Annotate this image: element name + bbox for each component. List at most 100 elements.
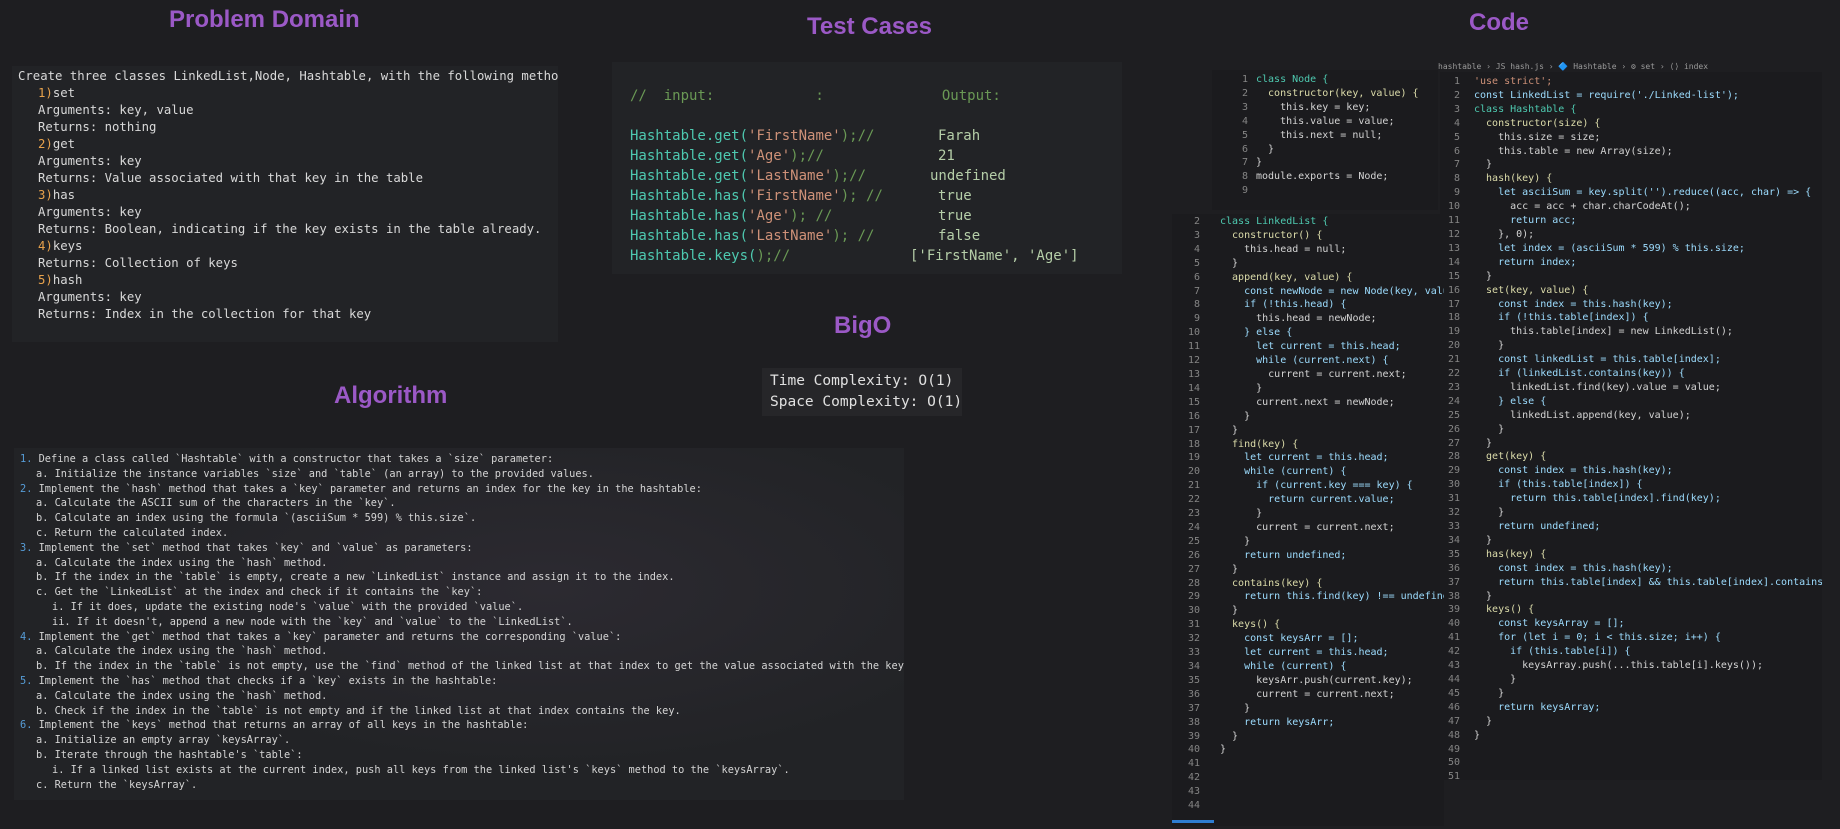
line-number: 32 bbox=[1187, 633, 1200, 645]
algorithm-step: b. If the index in the `table` is empty,… bbox=[20, 570, 898, 585]
code-line: constructor(size) { bbox=[1474, 117, 1601, 129]
code-line: contains(key) { bbox=[1220, 577, 1323, 589]
step-prefix: i. bbox=[52, 763, 65, 776]
step-text: Initialize the instance variables `size`… bbox=[54, 467, 594, 480]
algorithm-step: c. Get the `LinkedList` at the index and… bbox=[20, 585, 898, 600]
code-line: } bbox=[1474, 687, 1505, 699]
method-number: 1) bbox=[38, 86, 53, 100]
step-prefix: 6. bbox=[20, 719, 33, 732]
test-call-end: );// bbox=[832, 168, 867, 184]
code-line: class Hashtable { bbox=[1474, 103, 1577, 115]
line-number: 41 bbox=[1187, 758, 1200, 770]
step-prefix: a. bbox=[36, 645, 49, 658]
test-call-end: ); // bbox=[790, 208, 833, 224]
code-line: if (this.table[index]) { bbox=[1474, 479, 1643, 491]
line-number: 12 bbox=[1187, 355, 1200, 367]
line-number: 8 bbox=[1193, 299, 1200, 311]
editor-scroll-marker[interactable] bbox=[1172, 820, 1214, 823]
line-number: 22 bbox=[1187, 494, 1200, 506]
code-line: } bbox=[1220, 744, 1227, 756]
method-number: 2) bbox=[38, 137, 53, 151]
method-arguments: Arguments: key bbox=[38, 205, 142, 219]
algorithm-step: ii. If it doesn't, append a new node wit… bbox=[20, 615, 898, 630]
code-line: let current = this.head; bbox=[1220, 452, 1389, 464]
algorithm-step: 5. Implement the `has` method that check… bbox=[20, 674, 898, 689]
step-prefix: i. bbox=[52, 600, 65, 613]
code-line: if (linkedList.contains(key)) { bbox=[1474, 368, 1685, 380]
line-number: 3 bbox=[1453, 103, 1460, 115]
method-name: set bbox=[52, 86, 76, 100]
code-line: const index = this.hash(key); bbox=[1474, 298, 1673, 310]
line-number: 17 bbox=[1187, 424, 1200, 436]
line-number: 30 bbox=[1187, 605, 1200, 617]
method-name: hash bbox=[52, 273, 83, 287]
code-line: module.exports = Node; bbox=[1256, 171, 1389, 183]
line-number: 39 bbox=[1187, 730, 1200, 742]
algorithm-step: a. Initialize the instance variables `si… bbox=[20, 467, 898, 482]
problem-intro: Create three classes LinkedList,Node, Ha… bbox=[18, 69, 558, 83]
code-line: return keysArr; bbox=[1220, 716, 1335, 728]
code-line: } bbox=[1220, 382, 1263, 394]
method-title: 4)keys bbox=[18, 238, 552, 255]
step-text: Check if the index in the `table` is not… bbox=[54, 704, 681, 717]
step-text: If it does, update the existing node's `… bbox=[70, 600, 524, 613]
code-line: current = current.next; bbox=[1220, 688, 1395, 700]
algorithm-step: a. Calculate the index using the `hash` … bbox=[20, 689, 898, 704]
code-line: } bbox=[1474, 159, 1493, 171]
code-line: acc = acc + char.charCodeAt(); bbox=[1474, 201, 1691, 213]
method-name: get bbox=[52, 137, 76, 151]
test-expected-output: undefined bbox=[930, 168, 1006, 184]
step-text: If it doesn't, append a new node with th… bbox=[76, 615, 573, 628]
line-number: 14 bbox=[1187, 382, 1200, 394]
code-line: return this.find(key) !== undefined; bbox=[1220, 591, 1444, 603]
step-prefix: c. bbox=[36, 778, 49, 791]
line-number: 19 bbox=[1187, 452, 1200, 464]
test-expected-output: true bbox=[938, 208, 972, 224]
time-complexity: Time Complexity: O(1) bbox=[770, 373, 954, 389]
step-text: Calculate the index using the `hash` met… bbox=[54, 556, 328, 569]
line-number: 1 bbox=[1241, 74, 1248, 85]
code-line: let current = this.head; bbox=[1220, 647, 1389, 659]
line-number: 28 bbox=[1187, 577, 1200, 589]
algorithm-step: 6. Implement the `keys` method that retu… bbox=[20, 718, 898, 733]
code-line: 'use strict'; bbox=[1474, 76, 1553, 87]
test-case-row: Hashtable.has('LastName'); // false bbox=[630, 226, 1122, 246]
code-line: this.size = size; bbox=[1474, 131, 1601, 143]
step-text: Calculate the index using the `hash` met… bbox=[54, 689, 328, 702]
code-line: if (current.key === key) { bbox=[1220, 480, 1413, 492]
algorithm-panel: 1. Define a class called `Hashtable` wit… bbox=[14, 448, 904, 800]
test-call: Hashtable.get( bbox=[630, 168, 749, 184]
code-line: return acc; bbox=[1474, 215, 1577, 227]
code-line: }, 0); bbox=[1474, 228, 1535, 240]
linkedlist-code-editor: 2 3 4 5 6 7 8 9 10 11 12 13 14 15 16 17 18 19 20 21 22 23 24 25… bbox=[1172, 214, 1444, 826]
line-number: 6 bbox=[1193, 271, 1200, 283]
code-line: let asciiSum = key.split('').reduce((acc… bbox=[1474, 187, 1812, 199]
line-number: 10 bbox=[1187, 327, 1200, 339]
step-text: Implement the `has` method that checks i… bbox=[38, 674, 498, 687]
step-prefix: 5. bbox=[20, 674, 33, 687]
code-line: this.head = null; bbox=[1220, 243, 1347, 255]
code-line: } bbox=[1220, 535, 1251, 547]
line-number: 4 bbox=[1453, 117, 1460, 129]
step-prefix: 4. bbox=[20, 630, 33, 643]
step-prefix: a. bbox=[36, 734, 49, 747]
line-number: 7 bbox=[1193, 285, 1200, 297]
method-title: 5)hash bbox=[18, 272, 552, 289]
test-call-end: );// bbox=[840, 128, 875, 144]
code-line: } bbox=[1220, 702, 1251, 714]
line-number: 4 bbox=[1241, 115, 1248, 127]
linkedlist-line-numbers: 2 3 4 5 6 7 8 9 10 11 12 13 14 15 16 17 18 19 20 21 22 23 24 25… bbox=[1172, 215, 1200, 813]
step-prefix: ii. bbox=[52, 615, 71, 628]
code-line: } bbox=[1474, 507, 1505, 519]
code-line: let index = (asciiSum * 599) % this.size… bbox=[1474, 242, 1745, 254]
line-number: 1 bbox=[1453, 76, 1460, 87]
code-line: this.head = newNode; bbox=[1220, 313, 1377, 325]
code-line: return current.value; bbox=[1220, 494, 1395, 506]
test-argument: 'Age' bbox=[748, 208, 791, 224]
step-prefix: a. bbox=[36, 467, 49, 480]
step-prefix: b. bbox=[36, 571, 49, 584]
algorithm-step: a. Initialize an empty array `keysArray`… bbox=[20, 733, 898, 748]
code-line: if (!this.table[index]) { bbox=[1474, 312, 1649, 324]
step-text: Implement the `hash` method that takes a… bbox=[38, 482, 702, 495]
method-arguments: Arguments: key bbox=[38, 154, 142, 168]
